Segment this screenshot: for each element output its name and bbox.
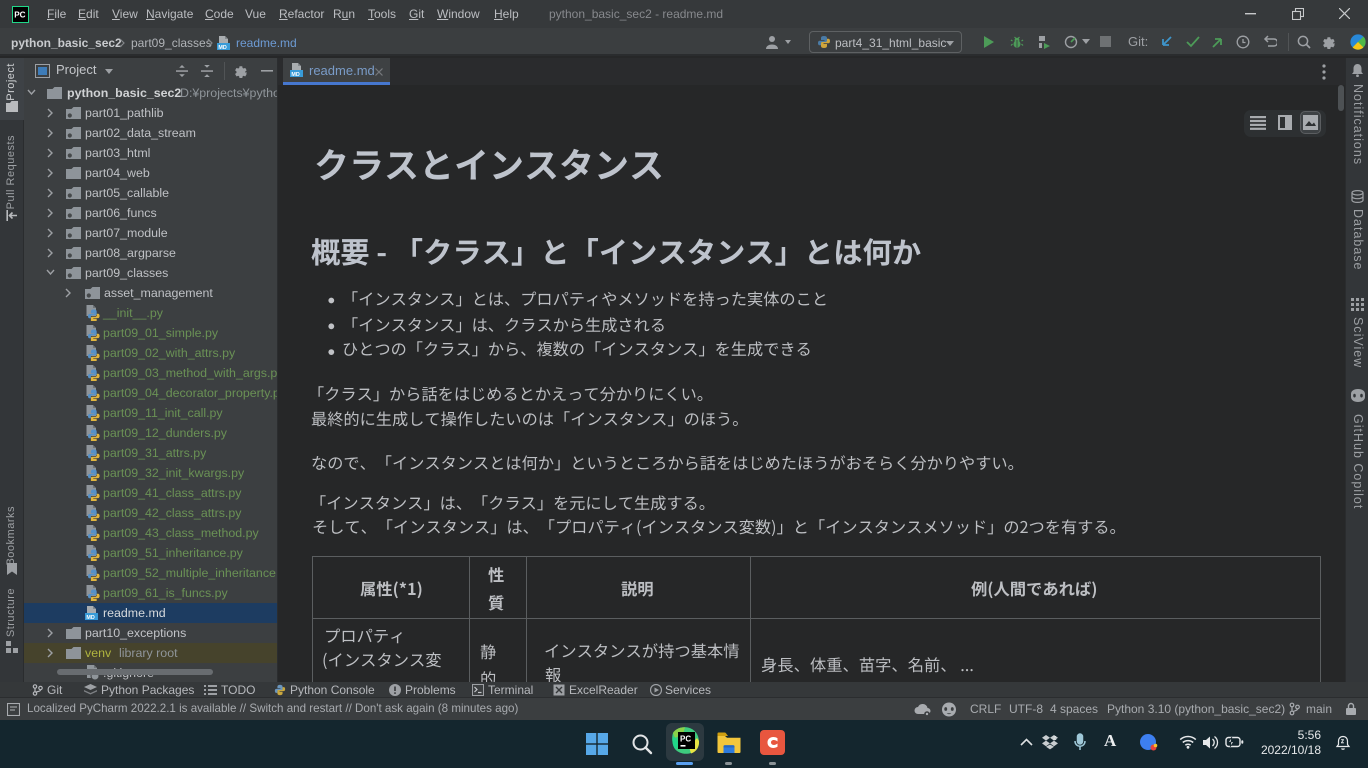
svg-text:z: z bbox=[1053, 735, 1057, 742]
svg-text:PC: PC bbox=[680, 735, 691, 744]
svg-text:z: z bbox=[1341, 739, 1344, 745]
